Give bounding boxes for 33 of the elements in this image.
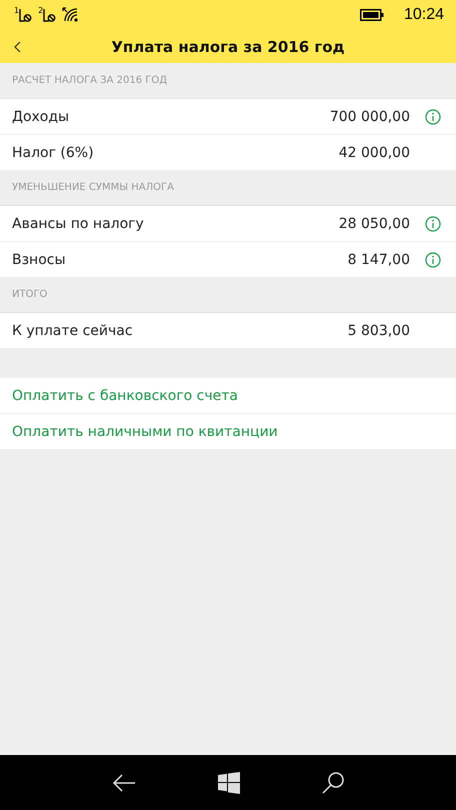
sim-number: 1 — [14, 7, 20, 15]
back-arrow-icon[interactable] — [110, 772, 137, 794]
back-icon — [14, 41, 22, 53]
battery-icon — [360, 9, 384, 21]
page-title: Уплата налога за 2016 год — [111, 38, 345, 56]
windows-logo-icon[interactable] — [218, 772, 240, 794]
row-value: 42 000,00 — [338, 144, 410, 160]
no-signal-icon — [42, 7, 56, 23]
row-label: Авансы по налогу — [12, 216, 145, 232]
info-button[interactable] — [425, 108, 441, 124]
row-value: 5 803,00 — [348, 322, 410, 338]
row-value: 28 050,00 — [338, 216, 410, 232]
section-header: УМЕНЬШЕНИЕ СУММЫ НАЛОГА — [12, 182, 174, 193]
info-button[interactable] — [425, 252, 441, 268]
section-header: ИТОГО — [12, 289, 48, 300]
no-signal-icon — [18, 7, 32, 23]
row-value: 8 147,00 — [348, 252, 410, 268]
section-header: РАСЧЕТ НАЛОГА ЗА 2016 ГОД — [12, 75, 168, 86]
payment-link[interactable]: Оплатить с банковского счета — [12, 388, 238, 404]
info-icon — [425, 252, 441, 268]
wifi-icon — [62, 7, 80, 23]
row-label: Доходы — [12, 108, 70, 124]
sim-number: 2 — [38, 7, 44, 15]
row-label: Взносы — [12, 252, 67, 268]
info-icon — [425, 108, 441, 124]
search-icon[interactable] — [321, 770, 346, 794]
row-value: 700 000,00 — [330, 108, 410, 124]
row-label: Налог (6%) — [12, 144, 95, 160]
clock-time: 10:24 — [404, 6, 444, 24]
info-icon — [425, 216, 441, 232]
row-label: К уплате сейчас — [12, 322, 134, 338]
payment-link[interactable]: Оплатить наличными по квитанции — [12, 424, 278, 440]
info-button[interactable] — [425, 216, 441, 232]
